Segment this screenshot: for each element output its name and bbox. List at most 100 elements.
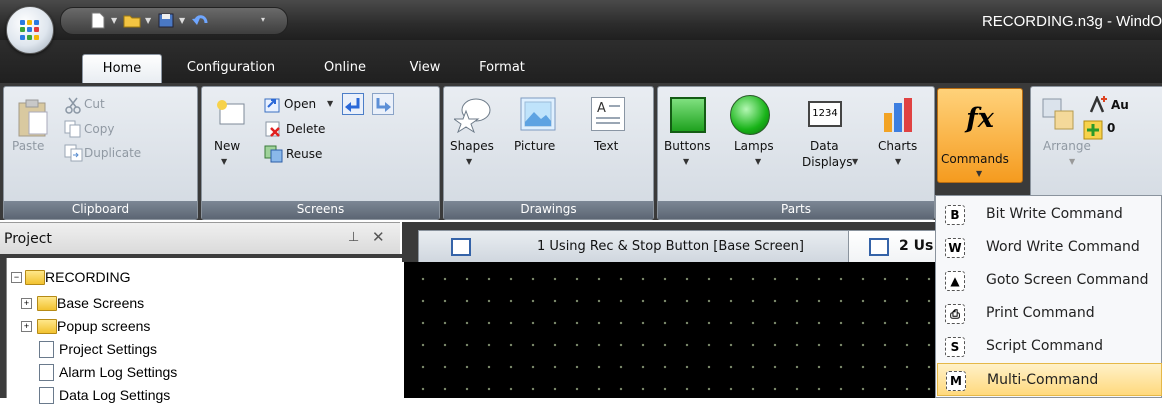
expand-icon[interactable]: +	[21, 321, 32, 332]
menu-item-multi-command[interactable]: M Multi-Command	[937, 363, 1162, 396]
folder-icon	[37, 319, 57, 334]
chevron-down-icon[interactable]: ▼	[683, 157, 689, 166]
lamps-icon[interactable]	[730, 95, 770, 135]
chevron-down-icon[interactable]: ▼	[221, 157, 227, 166]
word-write-icon: W	[945, 238, 965, 258]
menu-item-script-command[interactable]: S Script Command	[937, 330, 1162, 363]
copy-label[interactable]: Copy	[84, 122, 114, 136]
ribbon-tab-bar: Home Configuration Online View Format	[0, 40, 1162, 84]
new-screen-icon[interactable]	[216, 99, 246, 127]
collapse-icon[interactable]: −	[11, 272, 22, 283]
chevron-down-icon[interactable]: ▼	[755, 157, 761, 166]
tab-home[interactable]: Home	[82, 54, 162, 84]
data-displays-icon[interactable]: 1234	[808, 101, 842, 127]
tree-item-base-screens[interactable]: + Base Screens	[11, 292, 401, 314]
chevron-down-icon[interactable]: ▼	[1069, 157, 1075, 166]
expand-icon[interactable]: +	[21, 298, 32, 309]
menu-item-word-write-command[interactable]: W Word Write Command	[937, 231, 1162, 264]
lamps-label[interactable]: Lamps	[734, 139, 774, 153]
add-layer-icon[interactable]	[1083, 120, 1103, 140]
auto-label[interactable]: Au	[1111, 98, 1129, 112]
charts-icon[interactable]	[883, 97, 913, 133]
parts-group: Buttons ▼ Lamps ▼ 1234 Data Displays ▼ C…	[657, 86, 935, 220]
text-label[interactable]: Text	[594, 139, 618, 153]
menu-item-goto-screen-command[interactable]: ▲ Goto Screen Command	[937, 264, 1162, 297]
clipboard-group: Paste Cut Copy Duplicate Clipboard	[3, 86, 198, 220]
chevron-down-icon: ▼	[976, 169, 983, 178]
customize-qat-icon[interactable]: ▾	[261, 15, 265, 24]
open-folder-icon[interactable]	[123, 12, 141, 29]
app-menu-button[interactable]	[6, 6, 54, 54]
chevron-down-icon[interactable]: ▼	[111, 16, 117, 25]
drawings-group-label: Drawings	[444, 201, 653, 219]
parts-group-label: Parts	[658, 201, 934, 219]
chevron-down-icon[interactable]: ▼	[466, 157, 472, 166]
print-icon: ⎙	[945, 304, 965, 324]
document-icon	[39, 364, 54, 381]
reuse-label[interactable]: Reuse	[286, 147, 322, 161]
bit-write-icon: B	[945, 205, 965, 225]
reuse-icon[interactable]	[264, 145, 284, 163]
fx-icon: fx	[966, 103, 994, 134]
save-icon[interactable]	[157, 12, 175, 29]
screen-canvas[interactable]	[404, 262, 944, 398]
title-bar: ▼ ▼ ▼ ▾ RECORDING.n3g - WindO	[0, 0, 1162, 40]
drawings-group: Shapes ▼ Picture A Text Drawings	[443, 86, 654, 220]
open-label[interactable]: Open	[284, 97, 316, 111]
chevron-down-icon[interactable]: ▼	[145, 16, 151, 25]
commands-label: Commands	[941, 152, 1009, 166]
delete-icon[interactable]	[264, 120, 282, 138]
tree-item-alarm-log-settings[interactable]: Alarm Log Settings	[11, 361, 401, 383]
tab-online[interactable]: Online	[300, 54, 390, 83]
picture-label[interactable]: Picture	[514, 139, 555, 153]
data-displays-label-line2[interactable]: Displays	[802, 155, 852, 169]
paste-label[interactable]: Paste	[12, 139, 44, 153]
tree-item-data-log-settings[interactable]: Data Log Settings	[11, 384, 401, 406]
chevron-down-icon[interactable]: ▼	[895, 157, 901, 166]
tab-view[interactable]: View	[398, 54, 452, 83]
tab-configuration[interactable]: Configuration	[170, 54, 292, 83]
chevron-down-icon[interactable]: ▼	[327, 99, 333, 108]
folder-icon	[37, 296, 57, 311]
picture-icon[interactable]	[520, 97, 556, 131]
text-icon[interactable]: A	[591, 97, 625, 131]
tree-item-popup-screens[interactable]: + Popup screens	[11, 315, 401, 337]
commands-button[interactable]: fx Commands ▼	[937, 88, 1023, 183]
menu-item-print-command[interactable]: ⎙ Print Command	[937, 297, 1162, 330]
chevron-down-icon[interactable]: ▼	[852, 157, 858, 166]
data-displays-label-line1[interactable]: Data	[810, 139, 839, 153]
charts-label[interactable]: Charts	[878, 139, 917, 153]
document-tab-1[interactable]: 1 Using Rec & Stop Button [Base Screen]	[418, 230, 850, 263]
shapes-icon[interactable]	[454, 97, 492, 133]
arrange-label[interactable]: Arrange	[1043, 139, 1091, 153]
paste-icon[interactable]	[16, 98, 50, 138]
duplicate-icon[interactable]	[64, 144, 84, 162]
arrange-icon[interactable]	[1041, 97, 1077, 133]
tree-item-recording[interactable]: − RECORDING	[11, 266, 401, 288]
buttons-label[interactable]: Buttons	[664, 139, 710, 153]
duplicate-label[interactable]: Duplicate	[84, 146, 141, 160]
next-screen-icon[interactable]	[372, 93, 394, 115]
open-icon[interactable]	[263, 96, 281, 114]
delete-label[interactable]: Delete	[286, 122, 325, 136]
new-label[interactable]: New	[214, 139, 240, 153]
commands-dropdown-menu: B Bit Write Command W Word Write Command…	[935, 195, 1162, 398]
tab-format[interactable]: Format	[462, 54, 542, 83]
pin-icon[interactable]: ⊥	[348, 230, 359, 245]
close-icon[interactable]: ✕	[372, 228, 385, 246]
project-tree: − RECORDING + Base Screens + Popup scree…	[6, 258, 403, 404]
app-logo-icon	[20, 20, 40, 40]
copy-icon[interactable]	[64, 120, 82, 138]
previous-screen-icon[interactable]	[342, 93, 364, 115]
buttons-icon[interactable]	[670, 97, 706, 133]
undo-icon[interactable]	[191, 12, 209, 29]
tree-item-project-settings[interactable]: Project Settings	[11, 338, 401, 360]
clipboard-group-label: Clipboard	[4, 201, 197, 219]
new-file-icon[interactable]	[89, 12, 107, 29]
auto-arrange-icon[interactable]	[1089, 96, 1109, 114]
cut-icon[interactable]	[64, 97, 82, 115]
chevron-down-icon[interactable]: ▼	[179, 16, 185, 25]
shapes-label[interactable]: Shapes	[450, 139, 494, 153]
cut-label[interactable]: Cut	[84, 97, 105, 111]
menu-item-bit-write-command[interactable]: B Bit Write Command	[937, 198, 1162, 231]
